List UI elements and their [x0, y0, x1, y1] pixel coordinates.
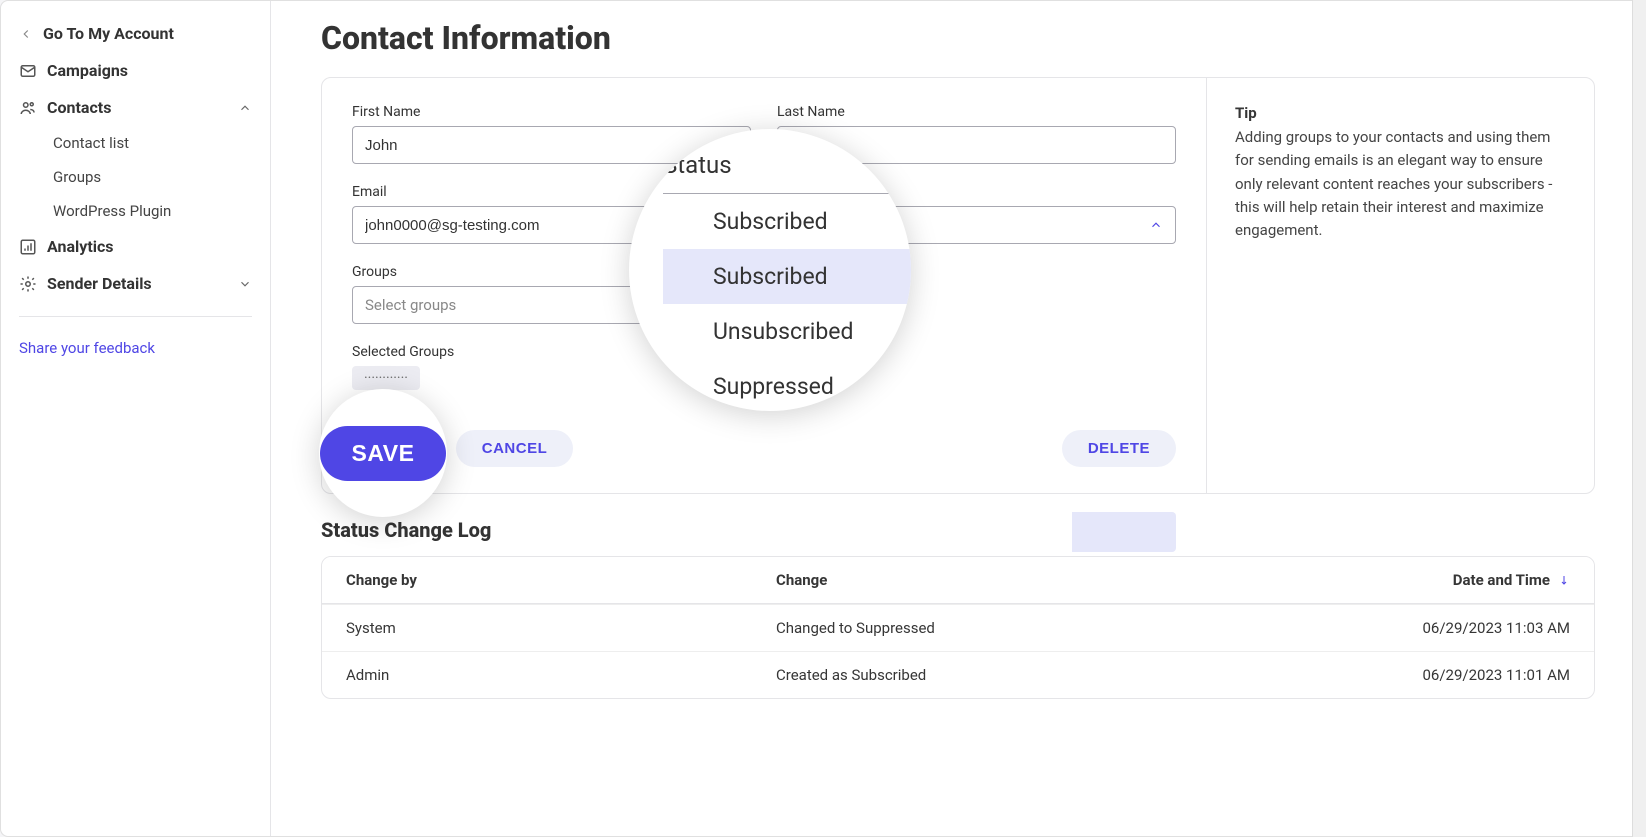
- log-header-row: Change by Change Date and Time: [322, 557, 1594, 604]
- nav-groups[interactable]: Groups: [1, 160, 270, 194]
- nav-contacts[interactable]: Contacts: [1, 89, 270, 126]
- log-row: Admin Created as Subscribed 06/29/2023 1…: [322, 651, 1594, 698]
- nav-sender-details-label: Sender Details: [47, 274, 152, 293]
- log-head-changeby: Change by: [346, 571, 776, 589]
- nav-analytics[interactable]: Analytics: [1, 228, 270, 265]
- share-feedback-link[interactable]: Share your feedback: [1, 339, 270, 357]
- log-head-datetime[interactable]: Date and Time: [1370, 571, 1570, 589]
- chevron-up-icon: [1149, 218, 1163, 232]
- status-dropdown-highlight: [1072, 512, 1176, 552]
- mail-icon: [19, 62, 37, 80]
- log-cell-datetime: 06/29/2023 11:03 AM: [1370, 619, 1570, 637]
- nav-contacts-label: Contacts: [47, 98, 111, 117]
- first-name-label: First Name: [352, 104, 751, 120]
- contact-card: First Name Last Name Email Status: [321, 77, 1595, 494]
- sort-down-icon: [1558, 572, 1570, 588]
- zoom-save-overlay: SAVE: [319, 389, 447, 517]
- people-icon: [19, 99, 37, 117]
- log-head-change: Change: [776, 571, 1370, 589]
- sidebar: Go To My Account Campaigns Contacts Cont…: [1, 1, 271, 836]
- nav-sender-details[interactable]: Sender Details: [1, 265, 270, 302]
- zoom-status-overlay: Status Subscribed Subscribed Unsubscribe…: [629, 129, 911, 411]
- go-to-account-link[interactable]: Go To My Account: [19, 15, 252, 52]
- delete-button[interactable]: DELETE: [1062, 430, 1176, 467]
- nav-analytics-label: Analytics: [47, 237, 114, 256]
- scrollbar[interactable]: [1632, 0, 1646, 837]
- selected-group-chip[interactable]: ············: [352, 366, 420, 390]
- log-table: Change by Change Date and Time System Ch…: [321, 556, 1595, 699]
- nav-contact-list[interactable]: Contact list: [1, 126, 270, 160]
- page-title: Contact Information: [321, 19, 1595, 57]
- log-head-datetime-label: Date and Time: [1453, 571, 1550, 589]
- nav-campaigns-label: Campaigns: [47, 61, 128, 80]
- analytics-icon: [19, 238, 37, 256]
- arrow-left-icon: [19, 27, 33, 41]
- chevron-down-icon: [238, 277, 252, 291]
- log-cell-change: Created as Subscribed: [776, 666, 1370, 684]
- zoom-save-button[interactable]: SAVE: [320, 426, 447, 481]
- tip-body: Adding groups to your contacts and using…: [1235, 126, 1566, 242]
- zoom-option-unsubscribed[interactable]: Unsubscribed: [663, 304, 911, 359]
- email-input[interactable]: [352, 206, 672, 244]
- email-label: Email: [352, 184, 672, 200]
- chevron-up-icon: [238, 101, 252, 115]
- last-name-label: Last Name: [777, 104, 1176, 120]
- log-cell-changeby: Admin: [346, 666, 776, 684]
- nav-wordpress-plugin[interactable]: WordPress Plugin: [1, 194, 270, 228]
- log-row: System Changed to Suppressed 06/29/2023 …: [322, 604, 1594, 651]
- log-cell-datetime: 06/29/2023 11:01 AM: [1370, 666, 1570, 684]
- gear-icon: [19, 275, 37, 293]
- tip-column: Tip Adding groups to your contacts and u…: [1206, 78, 1594, 493]
- log-title: Status Change Log: [321, 518, 1595, 542]
- main-content: Contact Information First Name Last Name…: [271, 1, 1645, 836]
- go-to-account-label: Go To My Account: [43, 24, 174, 43]
- cancel-button[interactable]: CANCEL: [456, 430, 574, 467]
- zoom-option-subscribed-current[interactable]: Subscribed: [663, 194, 911, 249]
- log-cell-changeby: System: [346, 619, 776, 637]
- divider: [19, 316, 252, 317]
- tip-title: Tip: [1235, 104, 1566, 122]
- zoom-option-subscribed[interactable]: Subscribed: [663, 249, 911, 304]
- nav-campaigns[interactable]: Campaigns: [1, 52, 270, 89]
- log-cell-change: Changed to Suppressed: [776, 619, 1370, 637]
